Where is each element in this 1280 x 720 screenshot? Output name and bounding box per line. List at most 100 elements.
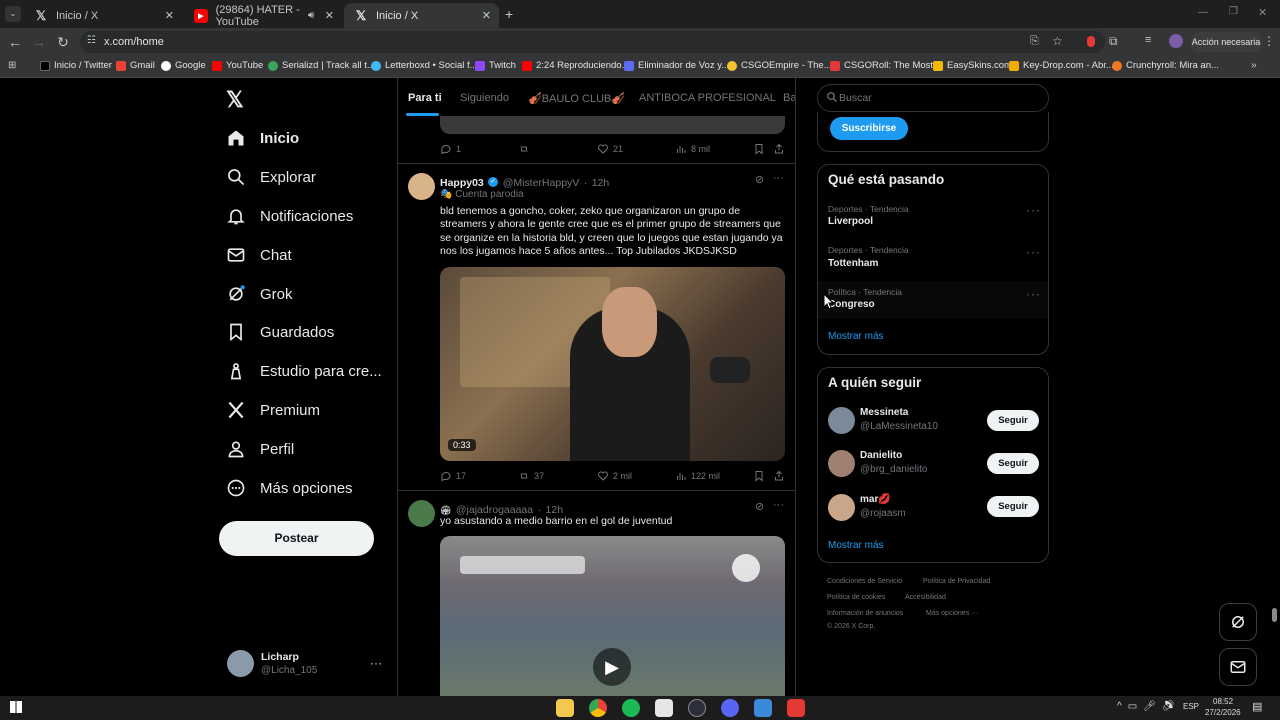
close-tab-icon[interactable]: ✕ [165,9,174,22]
bookmark-star-icon[interactable]: ☆ [1052,34,1063,48]
subscribe-button[interactable]: Suscribirse [830,117,908,140]
tab-antiboca[interactable]: ANTIBOCA PROFESIONAL [639,92,776,104]
speaker-icon[interactable]: 🔊︎ [308,10,314,21]
file-explorer-icon[interactable] [556,699,574,717]
suggested-user-name[interactable]: mar💋 [860,494,891,505]
play-button-icon[interactable]: ▶ [593,648,631,686]
reload-icon[interactable]: ↻ [54,33,72,51]
tab-search-button[interactable]: ⌄ [5,6,21,22]
tweet-time[interactable]: 12h [592,177,610,189]
bookmark-item[interactable]: EasySkins.com [933,60,1012,71]
back-icon[interactable]: ← [6,33,24,51]
footer-privacy[interactable]: Política de Privacidad [923,578,990,585]
reply-count[interactable]: 1 [440,143,461,155]
nav-bookmarks[interactable]: Guardados [226,317,334,347]
share-button[interactable] [773,470,789,482]
trend-more-icon[interactable]: ··· [1026,203,1041,217]
tweet-video[interactable]: ▶ [440,536,785,696]
grok-analyze-icon[interactable]: ⊘ [755,173,764,186]
clock-time[interactable]: 08:52 [1213,697,1233,706]
repost-button[interactable] [518,143,534,155]
messages-floating-button[interactable] [1219,648,1257,686]
account-action-button[interactable]: Acción necesaria [1190,32,1262,52]
steam-icon[interactable] [688,699,706,717]
nav-profile[interactable]: Perfil [226,434,294,464]
extension-red-icon[interactable] [1087,36,1095,47]
close-tab-icon[interactable]: ✕ [325,9,334,22]
search-placeholder[interactable]: Buscar [839,92,872,104]
tweet-video[interactable]: 0:33 [440,267,785,461]
trend-item[interactable]: Liverpool [828,216,873,227]
profile-avatar[interactable] [1169,34,1183,48]
suggested-user-handle[interactable]: @rojaasm [860,508,906,519]
footer-terms[interactable]: Condiciones de Servicio [827,578,902,585]
follow-button[interactable]: Seguir [987,496,1039,517]
view-count[interactable]: 122 mil [675,470,720,482]
grok-analyze-icon[interactable]: ⊘ [755,500,764,513]
restore-icon[interactable]: ❐ [1229,6,1238,17]
nav-chat[interactable]: Chat [226,240,292,270]
browser-tab-1[interactable]: 𝕏 Inicio / X ✕ [24,3,182,28]
tweet-more-icon[interactable]: ··· [773,499,784,511]
tab-for-you[interactable]: Para ti [408,92,442,104]
discord-icon[interactable] [721,699,739,717]
nav-notifications[interactable]: Notificaciones [226,201,353,231]
app-window-icon[interactable] [754,699,772,717]
close-tab-icon[interactable]: ✕ [482,9,491,22]
bookmark-item[interactable]: Letterboxd • Social f... [371,60,478,71]
bookmark-item[interactable]: Key-Drop.com - Abr... [1009,60,1114,71]
view-count[interactable]: 8 mil [675,143,710,155]
bookmark-item[interactable]: CSGORoll: The Most... [830,60,941,71]
bookmark-button[interactable] [753,143,769,155]
tweet-author-avatar[interactable] [408,500,435,527]
bookmark-item[interactable]: Crunchyroll: Mira an... [1112,60,1219,71]
browser-tab-2[interactable]: ▶ (29864) HATER - YouTube 🔊︎ ✕ [184,3,342,28]
tweet-author-handle[interactable]: @MisterHappyV [503,177,580,189]
site-info-icon[interactable]: ☷ [87,35,96,46]
tweet-author-name[interactable]: Happy03 [440,177,484,189]
suggested-user-avatar[interactable] [828,494,855,521]
forward-icon[interactable]: → [30,33,48,51]
suggested-user-name[interactable]: Messineta [860,407,908,418]
bookmark-button[interactable] [753,470,769,482]
like-count[interactable]: 21 [597,143,623,155]
nav-creator-studio[interactable]: Estudio para cre... [226,356,382,386]
bookmark-item[interactable]: Gmail [116,60,155,71]
user-handle[interactable]: @Licha_105 [261,665,317,676]
reply-count[interactable]: 17 [440,470,466,482]
bookmark-item[interactable]: Twitch [475,60,516,71]
window-close-icon[interactable]: ✕ [1258,6,1267,19]
follow-button[interactable]: Seguir [987,410,1039,431]
notepad-icon[interactable] [655,699,673,717]
tweet-author-avatar[interactable] [408,173,435,200]
browser-tab-3-active[interactable]: 𝕏 Inicio / X ✕ [344,3,499,28]
nav-more-options[interactable]: Más opciones [226,473,353,503]
page-scrollbar[interactable] [1272,608,1277,622]
user-name[interactable]: Licharp [261,651,299,663]
trend-more-icon[interactable]: ··· [1026,245,1041,259]
trend-item[interactable]: Congreso [828,299,875,310]
address-bar[interactable] [80,31,1105,53]
nav-premium[interactable]: Premium [226,395,320,425]
grok-floating-button[interactable] [1219,603,1257,641]
spotify-icon[interactable] [622,699,640,717]
follow-button[interactable]: Seguir [987,453,1039,474]
tab-following[interactable]: Siguiendo [460,92,509,104]
tweet-more-icon[interactable]: ··· [773,172,784,184]
more-bookmarks-icon[interactable]: » [1251,60,1257,71]
x-logo-icon[interactable]: 𝕏 [226,87,244,113]
url-text[interactable]: x.com/home [104,36,164,48]
bookmark-item[interactable]: CSGOEmpire - The... [727,60,832,71]
trend-more-icon[interactable]: ··· [1026,287,1041,301]
footer-accessibility[interactable]: Accesibilidad [905,594,946,601]
bookmark-item[interactable]: YouTube [212,60,263,71]
suggested-user-handle[interactable]: @LaMessineta10 [860,421,938,432]
like-count[interactable]: 2 mil [597,470,632,482]
install-app-icon[interactable]: ⎘ [1030,35,1039,48]
notifications-icon[interactable]: ▤ [1252,700,1262,713]
account-menu-icon[interactable]: ··· [370,656,382,670]
suggested-user-avatar[interactable] [828,407,855,434]
input-language[interactable]: ESP [1183,702,1199,711]
media-control-icon[interactable]: ≡ [1145,34,1151,46]
previous-tweet-media[interactable] [440,116,785,134]
